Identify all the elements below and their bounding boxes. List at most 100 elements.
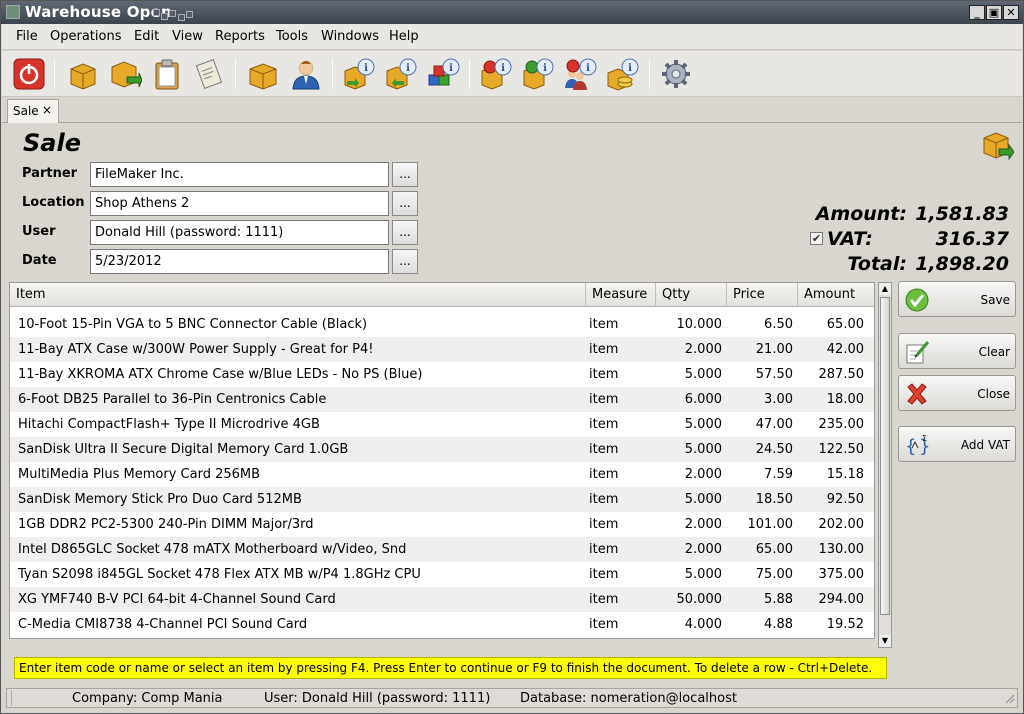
box-info-icon[interactable]: i (342, 57, 376, 91)
formula-icon: {}Σ (905, 434, 930, 457)
cell-qtty: 2.000 (684, 467, 722, 482)
table-row[interactable]: SanDisk Ultra II Secure Digital Memory C… (10, 437, 874, 462)
table-row[interactable]: 11-Bay ATX Case w/300W Power Supply - Gr… (10, 337, 874, 362)
resize-grip-icon[interactable] (1003, 692, 1015, 704)
box-icon[interactable] (246, 57, 280, 91)
close-button[interactable]: Close (898, 375, 1016, 411)
minimize-button[interactable]: _ (969, 5, 985, 20)
column-amount[interactable]: Amount (798, 283, 874, 307)
menu-tools[interactable]: Tools (276, 29, 308, 44)
cell-amount: 15.18 (826, 467, 864, 482)
cell-measure: item (589, 567, 619, 582)
cell-price: 65.00 (755, 542, 793, 557)
grid-header: Item Measure Qtty Price Amount (10, 283, 874, 307)
cubes-info-icon[interactable]: i (426, 57, 460, 91)
partner-field[interactable]: FileMaker Inc. (90, 162, 389, 187)
menu-file[interactable]: File (16, 29, 38, 44)
svg-text:Σ: Σ (922, 434, 927, 443)
scroll-thumb[interactable] (880, 297, 890, 615)
table-row[interactable]: MultiMedia Plus Memory Card 256MB item 2.0… (10, 462, 874, 487)
box-info-green-icon[interactable]: i (521, 57, 555, 91)
cell-qtty: 5.000 (684, 417, 722, 432)
menu-view[interactable]: View (172, 29, 203, 44)
location-field[interactable]: Shop Athens 2 (90, 191, 389, 216)
cell-measure: item (589, 617, 619, 632)
box-info-2-icon[interactable]: i (384, 57, 418, 91)
menu-windows[interactable]: Windows (321, 29, 379, 44)
cell-qtty: 5.000 (684, 567, 722, 582)
cell-measure: item (589, 392, 619, 407)
box-open-icon[interactable] (66, 57, 100, 91)
user-browse-button[interactable]: ... (392, 220, 418, 245)
cell-price: 18.50 (755, 492, 793, 507)
document-title: Sale (23, 129, 81, 157)
table-row[interactable]: SanDisk Memory Stick Pro Duo Card 512MB i… (10, 487, 874, 512)
partner-browse-button[interactable]: ... (392, 162, 418, 187)
cell-amount: 122.50 (818, 442, 865, 457)
svg-text:{: { (905, 436, 916, 457)
cell-qtty: 2.000 (684, 542, 722, 557)
scroll-up-icon[interactable]: ▲ (879, 283, 891, 295)
scroll-down-icon[interactable]: ▼ (879, 635, 891, 647)
date-field[interactable]: 5/23/2012 (90, 249, 389, 274)
tab-sale[interactable]: Sale × (7, 99, 59, 123)
tab-close-icon[interactable]: × (42, 103, 52, 117)
users-info-icon[interactable]: i (563, 57, 597, 91)
location-browse-button[interactable]: ... (392, 191, 418, 216)
menu-reports[interactable]: Reports (215, 29, 265, 44)
cell-measure: item (589, 592, 619, 607)
grid-scrollbar[interactable]: ▲ ▼ (878, 282, 892, 648)
table-row[interactable]: XG YMF740 B-V PCI 64-bit 4-Channel Sound… (10, 587, 874, 612)
cell-item: 11-Bay ATX Case w/300W Power Supply - Gr… (18, 342, 374, 357)
power-icon[interactable] (12, 57, 46, 91)
date-label: Date (22, 253, 57, 268)
add-vat-button[interactable]: {} Σ Add VAT (898, 426, 1016, 462)
save-button[interactable]: Save (898, 281, 1016, 317)
box-info-red-icon[interactable]: i (479, 57, 513, 91)
table-row[interactable]: Intel D865GLC Socket 478 mATX Motherboar… (10, 537, 874, 562)
table-row[interactable]: 11-Bay XKROMA ATX Chrome Case w/Blue LED… (10, 362, 874, 387)
cell-measure: item (589, 442, 619, 457)
cell-measure: item (589, 417, 619, 432)
coins-info-icon[interactable]: i (605, 57, 639, 91)
menu-help[interactable]: Help (389, 29, 419, 44)
table-row[interactable]: Tyan S2098 i845GL Socket 478 Flex ATX MB… (10, 562, 874, 587)
scroll-icon[interactable] (192, 57, 226, 91)
clipboard-icon[interactable] (150, 57, 184, 91)
column-measure[interactable]: Measure (586, 283, 656, 307)
cell-amount: 19.52 (826, 617, 864, 632)
table-row[interactable]: 10-Foot 15-Pin VGA to 5 BNC Connector Ca… (10, 312, 874, 337)
maximize-button[interactable]: ▣ (986, 5, 1002, 20)
menu-operations[interactable]: Operations (50, 29, 121, 44)
gear-icon[interactable] (659, 57, 693, 91)
clear-button[interactable]: Clear (898, 333, 1016, 369)
items-grid: Item Measure Qtty Price Amount 10-Foot 1… (9, 282, 875, 639)
cell-price: 5.88 (764, 592, 793, 607)
sale-document-icon (980, 128, 1015, 162)
close-label: Close (977, 387, 1010, 401)
table-row[interactable]: 1GB DDR2 PC2-5300 240-Pin DIMM Major/3rd… (10, 512, 874, 537)
user-field[interactable]: Donald Hill (password: 1111) (90, 220, 389, 245)
user-icon[interactable] (289, 57, 323, 91)
cell-item: 1GB DDR2 PC2-5300 240-Pin DIMM Major/3rd (18, 517, 314, 532)
svg-text:i: i (364, 63, 368, 74)
table-row[interactable]: C-Media CMI8738 4-Channel PCI Sound Card… (10, 612, 874, 637)
toolbar-separator (332, 59, 333, 89)
table-row[interactable]: 6-Foot DB25 Parallel to 36-Pin Centronic… (10, 387, 874, 412)
cell-price: 3.00 (764, 392, 793, 407)
cell-qtty: 2.000 (684, 517, 722, 532)
menu-edit[interactable]: Edit (134, 29, 159, 44)
cell-qtty: 5.000 (684, 492, 722, 507)
table-row[interactable]: Hitachi CompactFlash+ Type II Microdrive… (10, 412, 874, 437)
window-close-button[interactable]: ✕ (1003, 5, 1019, 20)
column-item[interactable]: Item (10, 283, 586, 307)
add-vat-label: Add VAT (960, 438, 1010, 452)
box-forward-icon[interactable] (108, 57, 143, 91)
app-icon[interactable] (6, 5, 20, 19)
title-bar[interactable]: Warehouse Open _ ▣ ✕ (1, 1, 1023, 24)
vat-checkbox[interactable]: ✔ (810, 232, 823, 245)
toolbar-separator (54, 59, 55, 89)
date-browse-button[interactable]: ... (392, 249, 418, 274)
column-price[interactable]: Price (727, 283, 798, 307)
column-qtty[interactable]: Qtty (656, 283, 727, 307)
